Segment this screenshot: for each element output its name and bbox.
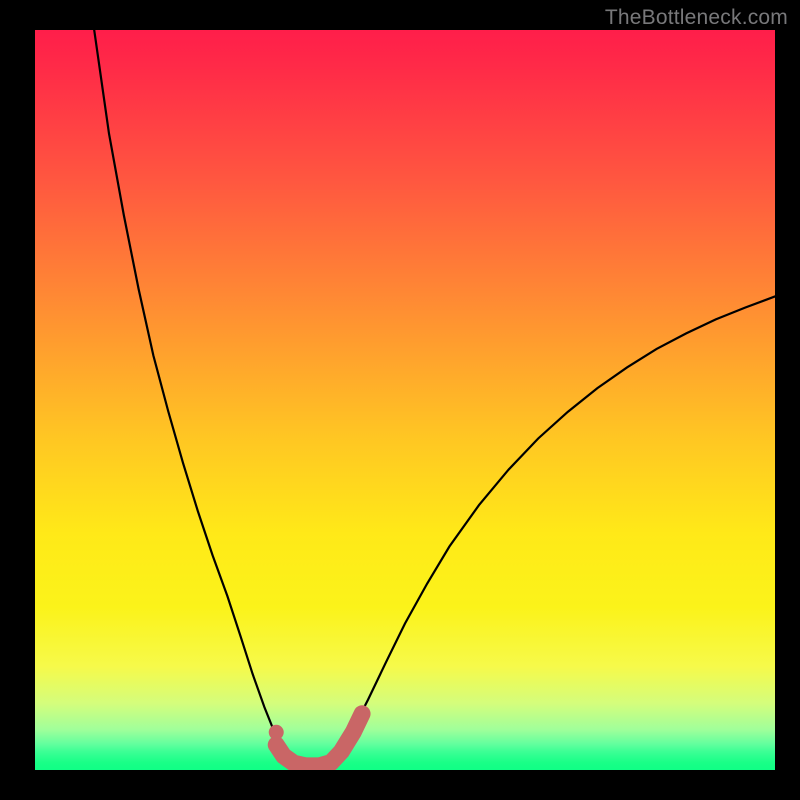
- highlight-segment: [276, 714, 362, 766]
- watermark-text: TheBottleneck.com: [605, 6, 788, 30]
- bottleneck-curve-svg: [35, 30, 775, 770]
- gradient-plot-area: [35, 30, 775, 770]
- highlight-dot: [269, 725, 284, 740]
- bottleneck-curve: [94, 30, 775, 763]
